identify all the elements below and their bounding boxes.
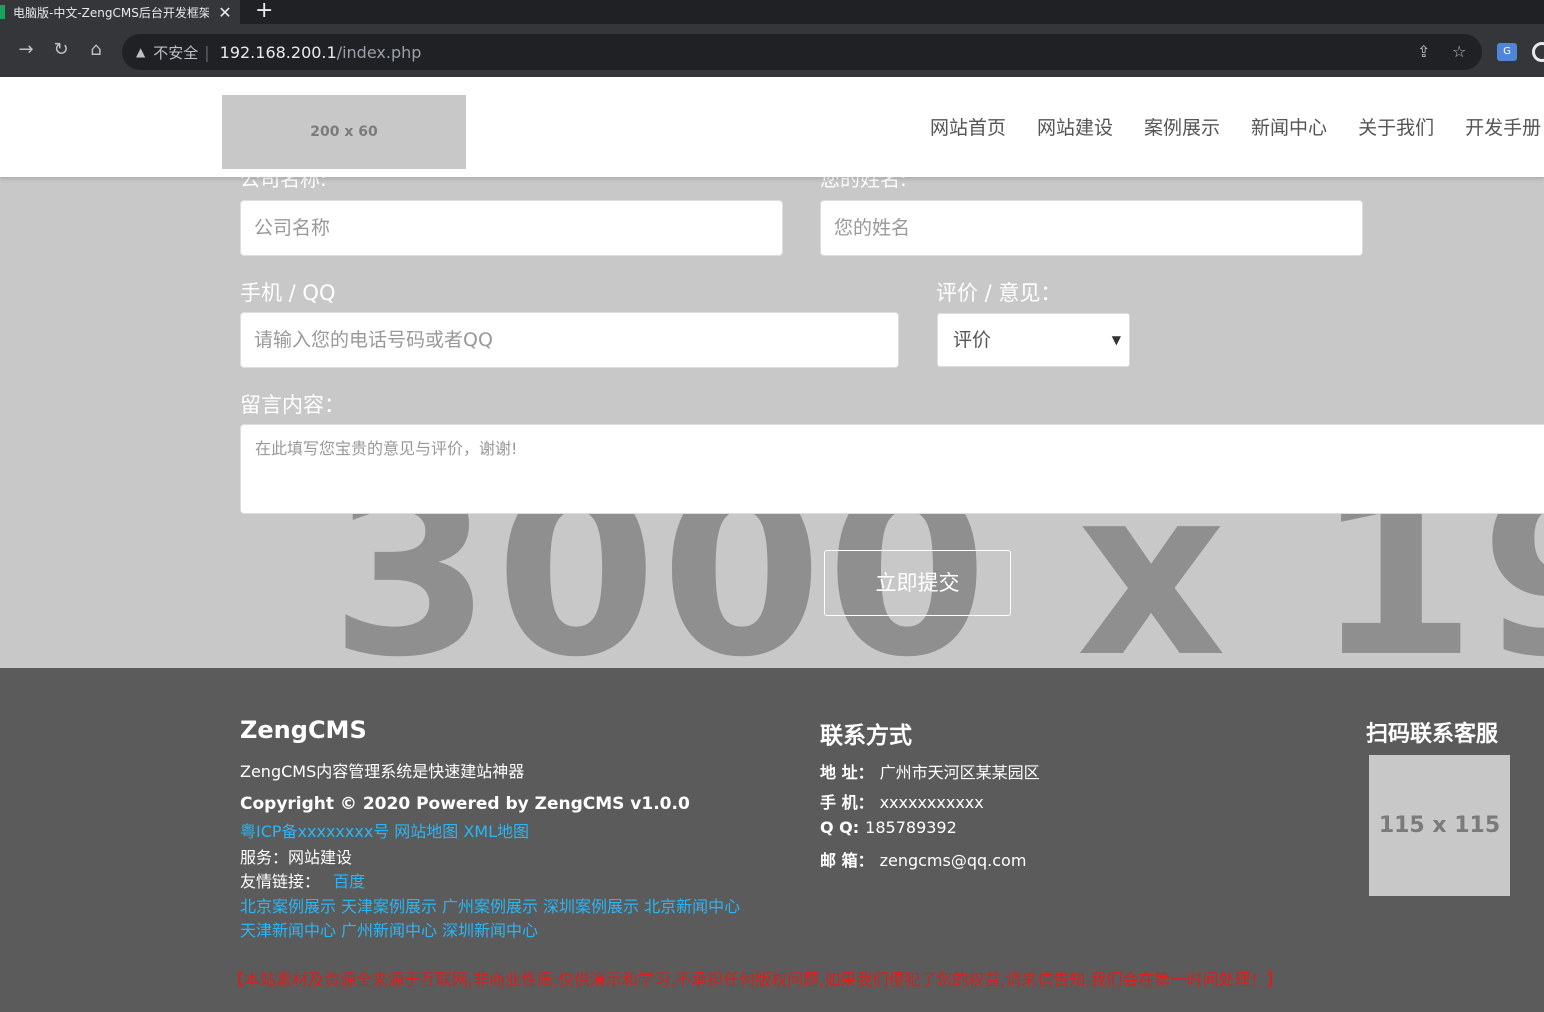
site-footer: ZengCMS ZengCMS内容管理系统是快速建站神器 Copyright ©…: [0, 668, 1544, 1012]
translate-extension-icon[interactable]: G: [1497, 43, 1517, 61]
city-link[interactable]: 天津新闻中心: [240, 921, 336, 940]
main-nav: 网站首页 网站建设 案例展示 新闻中心 关于我们 开发手册: [930, 113, 1544, 140]
footer-service: 服务：网站建设: [240, 844, 352, 868]
phone-input[interactable]: 请输入您的电话号码或者QQ: [240, 312, 899, 368]
extension-icon[interactable]: [1532, 42, 1544, 62]
share-icon[interactable]: ⇪: [1417, 42, 1430, 61]
footer-disclaimer: 【本站素材及资源全来源于互联网,非商业性质,仅供演示和学习,不承担任何版权问题,…: [228, 970, 1283, 989]
nav-dev-manual[interactable]: 开发手册: [1465, 113, 1541, 140]
site-logo[interactable]: 200 x 60: [222, 95, 466, 169]
friend-link-baidu[interactable]: 百度: [333, 872, 365, 891]
xml-sitemap-link[interactable]: XML地图: [463, 822, 529, 841]
tab-close-icon[interactable]: ✕: [215, 3, 235, 22]
contact-phone: 手 机： xxxxxxxxxxx: [820, 789, 984, 813]
email-label: 邮 箱：: [820, 851, 874, 870]
icp-link[interactable]: 粤ICP备xxxxxxxx号: [240, 822, 389, 841]
forward-icon[interactable]: →: [14, 38, 38, 62]
address-bar[interactable]: ▲ 不安全 | 192.168.200.1 /index.php ⇪ ☆: [122, 34, 1482, 70]
contact-qq: Q Q: 185789392: [820, 818, 957, 837]
feedback-form-section: 3000 x 1932 公司名称: 您的姓名: 公司名称 您的姓名 手机 / Q…: [0, 177, 1544, 668]
qq-label: Q Q:: [820, 818, 860, 837]
name-input[interactable]: 您的姓名: [820, 200, 1363, 256]
reload-icon[interactable]: ↻: [49, 38, 73, 62]
qq-value: 185789392: [865, 818, 957, 837]
service-value: 网站建设: [288, 848, 353, 867]
nav-home[interactable]: 网站首页: [930, 113, 1006, 140]
phone-label: 手 机：: [820, 793, 874, 812]
home-icon[interactable]: ⌂: [84, 38, 108, 62]
favicon-icon: [0, 5, 5, 19]
city-link[interactable]: 广州案例展示: [442, 897, 538, 916]
browser-tab[interactable]: 电脑版-中文-ZengCMS后台开发框架 ✕: [0, 0, 240, 24]
rating-selected-value: 评价: [953, 329, 992, 351]
address-label: 地 址：: [820, 763, 874, 782]
rating-label: 评价 / 意见：: [936, 281, 1062, 305]
email-value: zengcms@qq.com: [879, 851, 1027, 870]
friend-links-label: 友情链接：: [240, 872, 321, 891]
bookmark-star-icon[interactable]: ☆: [1452, 42, 1466, 61]
contact-address: 地 址： 广州市天河区某某园区: [820, 759, 1040, 783]
warning-icon: ▲: [136, 45, 146, 59]
contact-title: 联系方式: [820, 723, 912, 749]
contact-email: 邮 箱： zengcms@qq.com: [820, 847, 1026, 871]
insecure-label[interactable]: 不安全: [153, 42, 198, 63]
footer-links: 粤ICP备xxxxxxxx号 网站地图 XML地图: [240, 818, 534, 842]
site-header: 200 x 60 网站首页 网站建设 案例展示 新闻中心 关于我们 开发手册: [0, 77, 1544, 177]
address-separator: |: [204, 42, 210, 62]
message-label: 留言内容：: [240, 393, 345, 417]
city-link[interactable]: 深圳案例展示: [543, 897, 639, 916]
footer-brand: ZengCMS: [240, 716, 367, 744]
nav-news[interactable]: 新闻中心: [1251, 113, 1327, 140]
rating-select[interactable]: 评价 ▼: [937, 313, 1130, 367]
qr-code-image: 115 x 115: [1369, 755, 1510, 896]
city-link[interactable]: 天津案例展示: [341, 897, 437, 916]
footer-friend-links: 友情链接： 百度: [240, 868, 370, 892]
name-label: 您的姓名:: [820, 177, 907, 191]
nav-about[interactable]: 关于我们: [1358, 113, 1434, 140]
phone-value: xxxxxxxxxxx: [879, 793, 984, 812]
nav-cases[interactable]: 案例展示: [1144, 113, 1220, 140]
service-label: 服务：: [240, 848, 289, 867]
url-host: 192.168.200.1: [219, 42, 337, 62]
nav-website-building[interactable]: 网站建设: [1037, 113, 1113, 140]
footer-city-links-row2: 天津新闻中心 广州新闻中心 深圳新闻中心: [240, 917, 543, 941]
qr-title: 扫码联系客服: [1366, 722, 1499, 747]
city-link[interactable]: 北京案例展示: [240, 897, 336, 916]
city-link[interactable]: 北京新闻中心: [644, 897, 740, 916]
city-link[interactable]: 广州新闻中心: [341, 921, 437, 940]
footer-description: ZengCMS内容管理系统是快速建站神器: [240, 762, 525, 781]
tab-title: 电脑版-中文-ZengCMS后台开发框架: [13, 5, 209, 20]
city-link[interactable]: 深圳新闻中心: [442, 921, 538, 940]
url-path: /index.php: [336, 42, 422, 62]
company-label: 公司名称:: [240, 177, 327, 191]
new-tab-button[interactable]: +: [255, 0, 273, 24]
address-value: 广州市天河区某某园区: [879, 763, 1040, 782]
submit-button[interactable]: 立即提交: [824, 550, 1011, 616]
browser-tabbar: 电脑版-中文-ZengCMS后台开发框架 ✕ +: [0, 0, 1544, 24]
footer-city-links-row1: 北京案例展示 天津案例展示 广州案例展示 深圳案例展示 北京新闻中心: [240, 893, 745, 917]
phone-label: 手机 / QQ: [240, 281, 336, 305]
sitemap-link[interactable]: 网站地图: [394, 822, 458, 841]
company-input[interactable]: 公司名称: [240, 200, 783, 256]
browser-toolbar: → ↻ ⌂ ▲ 不安全 | 192.168.200.1 /index.php ⇪…: [0, 24, 1544, 77]
message-textarea[interactable]: 在此填写您宝贵的意见与评价，谢谢!: [240, 424, 1544, 514]
footer-copyright: Copyright © 2020 Powered by ZengCMS v1.0…: [240, 794, 690, 814]
chevron-down-icon: ▼: [1111, 333, 1121, 347]
